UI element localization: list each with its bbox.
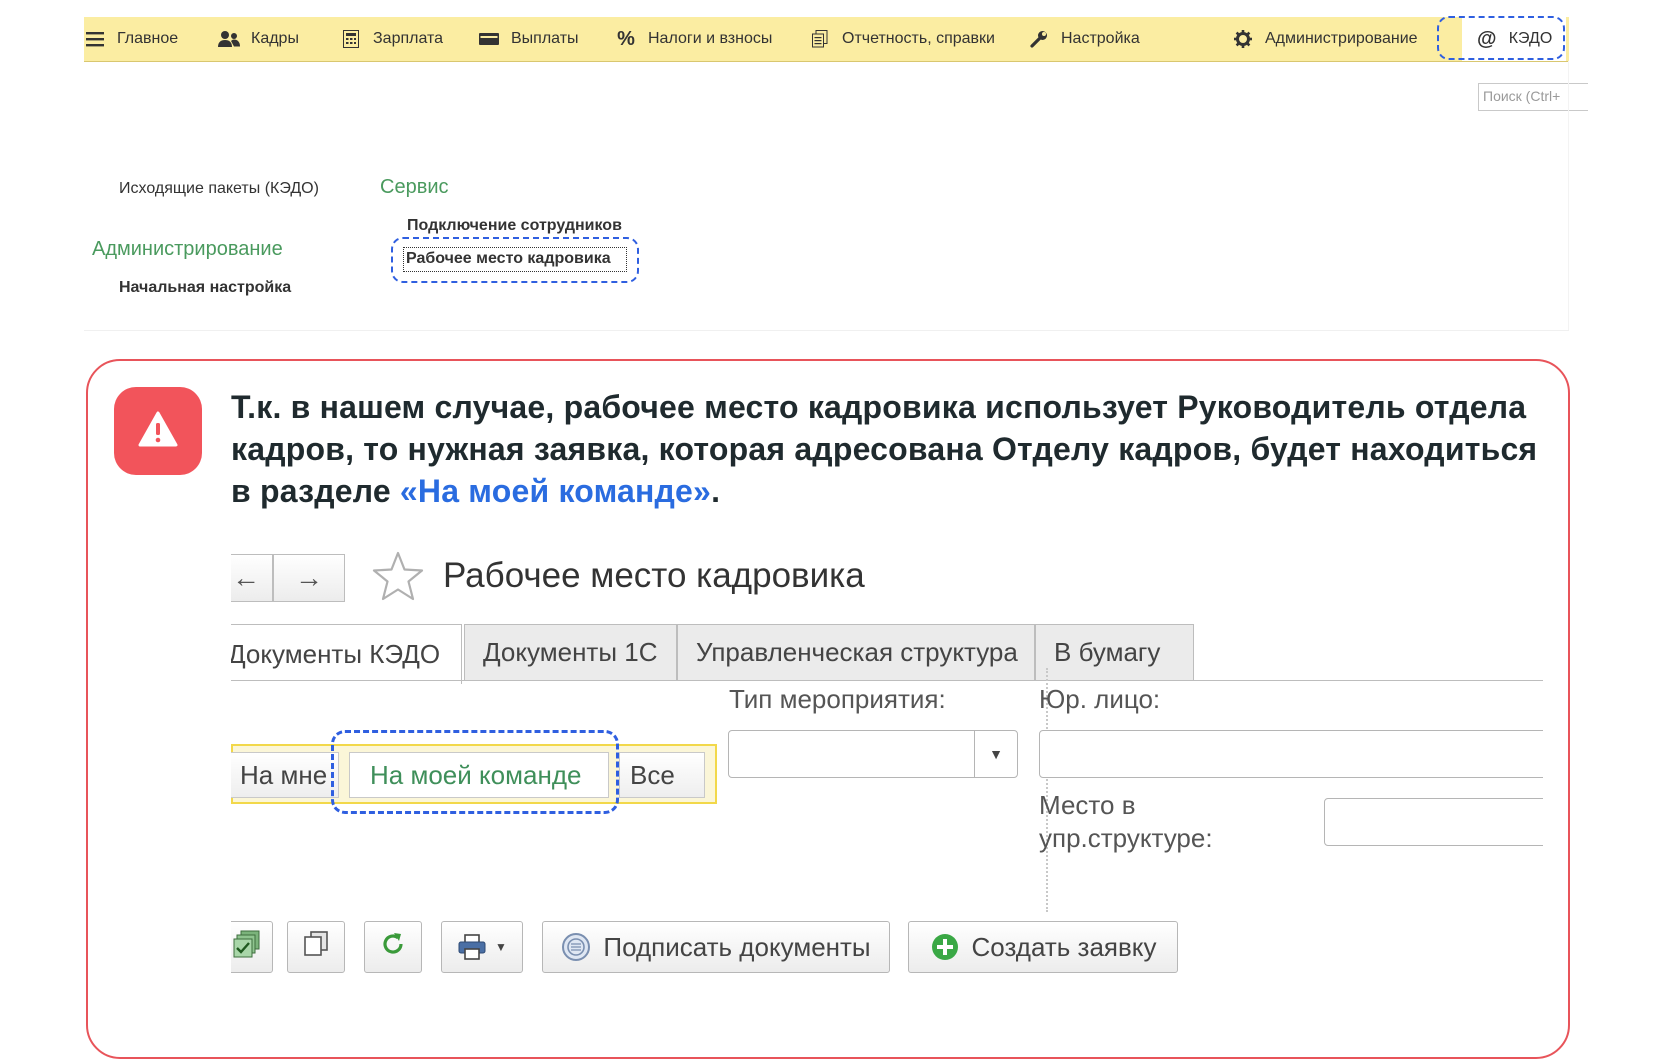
- menu-item-taxes[interactable]: % Налоги и взносы: [615, 17, 772, 61]
- forward-button[interactable]: →: [273, 554, 345, 602]
- menu-item-label: Налоги и взносы: [648, 30, 773, 47]
- arrow-right-icon: →: [295, 562, 323, 593]
- menu-item-personnel[interactable]: Кадры: [218, 17, 299, 61]
- documents-icon: [809, 29, 831, 49]
- menu-item-administration[interactable]: Администрирование: [1232, 17, 1418, 61]
- tab-kedo-documents[interactable]: Документы КЭДО: [231, 624, 462, 684]
- refresh-icon: [380, 931, 406, 964]
- event-type-label: Тип мероприятия:: [729, 684, 946, 714]
- sign-documents-button[interactable]: Подписать документы: [542, 921, 890, 973]
- panel-divider: [84, 330, 1569, 331]
- kedo-highlight-frame: [1437, 16, 1565, 60]
- panel-border: [1568, 61, 1569, 331]
- menu-item-label: Администрирование: [1265, 30, 1418, 47]
- team-filter-highlight-frame: [331, 730, 619, 814]
- menu-icon: [84, 29, 106, 49]
- section-menu-bar: Главное Кадры Зарплата Выплаты % Налоги и…: [84, 17, 1569, 62]
- menu-item-label: Зарплата: [373, 30, 444, 47]
- event-type-select[interactable]: ▼: [728, 730, 1018, 778]
- menu-item-label: Кадры: [251, 30, 299, 47]
- seal-icon: [561, 932, 591, 962]
- gear-icon: [1232, 29, 1254, 49]
- chevron-down-icon[interactable]: ▼: [974, 731, 1017, 777]
- form-screenshot: ← → Рабочее место кадровика Документы КЭ…: [231, 540, 1543, 998]
- refresh-button[interactable]: [364, 921, 422, 973]
- stack-check-icon: [233, 930, 261, 965]
- sign-documents-label: Подписать документы: [603, 931, 871, 962]
- tab-management-structure[interactable]: Управленческая структура: [677, 624, 1035, 680]
- back-button[interactable]: ←: [231, 554, 273, 602]
- menu-item-settings[interactable]: Настройка: [1028, 17, 1140, 61]
- legal-entity-label: Юр. лицо:: [1039, 684, 1161, 714]
- group-title-administration: Администрирование: [92, 238, 283, 260]
- star-icon[interactable]: [371, 550, 425, 607]
- create-request-button[interactable]: Создать заявку: [908, 921, 1178, 973]
- structure-label-line1: Место в: [1039, 790, 1136, 820]
- menu-item-label: Главное: [117, 30, 179, 47]
- hr-workstation-highlight-frame: [391, 237, 639, 283]
- menu-item-reports[interactable]: Отчетность, справки: [809, 17, 995, 61]
- group-title-service: Сервис: [380, 176, 449, 198]
- form-title: Рабочее место кадровика: [443, 556, 865, 595]
- add-circle-icon: [930, 932, 960, 962]
- warning-icon: [138, 411, 178, 452]
- legal-entity-field[interactable]: [1039, 730, 1543, 778]
- link-initial-setup[interactable]: Начальная настройка: [119, 279, 291, 297]
- copy-button[interactable]: [287, 921, 345, 973]
- filter-all[interactable]: Все: [619, 752, 705, 798]
- percent-icon: %: [617, 27, 635, 50]
- note-text-highlight: «На моей команде»: [399, 473, 712, 509]
- menu-item-label: Отчетность, справки: [842, 30, 995, 47]
- structure-field[interactable]: [1324, 798, 1543, 846]
- link-connect-employees[interactable]: Подключение сотрудников: [407, 217, 622, 235]
- copy-icon: [303, 930, 329, 964]
- warning-badge: [114, 387, 202, 475]
- printer-icon: [457, 934, 487, 960]
- note-text: Т.к. в нашем случае, рабочее место кадро…: [231, 386, 1561, 512]
- tab-to-paper[interactable]: В бумагу: [1035, 624, 1194, 680]
- check-documents-button[interactable]: [231, 921, 273, 973]
- arrow-left-icon: ←: [232, 562, 260, 593]
- structure-label-line2: упр.структуре:: [1039, 823, 1213, 853]
- people-icon: [218, 29, 240, 49]
- tabs-divider: [231, 680, 1543, 681]
- filter-on-me[interactable]: На мне: [231, 752, 339, 798]
- print-button[interactable]: ▼: [441, 921, 523, 973]
- chevron-down-icon: ▼: [495, 940, 507, 954]
- menu-item-salary[interactable]: Зарплата: [340, 17, 443, 61]
- create-request-label: Создать заявку: [971, 931, 1157, 962]
- wallet-icon: [478, 29, 500, 49]
- menu-item-main[interactable]: Главное: [84, 17, 178, 61]
- wrench-icon: [1028, 29, 1050, 49]
- menu-item-label: Настройка: [1061, 30, 1140, 47]
- calculator-icon: [340, 29, 362, 49]
- menu-item-label: Выплаты: [511, 30, 579, 47]
- link-outgoing-packages[interactable]: Исходящие пакеты (КЭДО): [119, 180, 319, 198]
- note-text-end: .: [711, 473, 721, 509]
- search-input[interactable]: Поиск (Ctrl+: [1478, 83, 1588, 111]
- menu-item-payments[interactable]: Выплаты: [478, 17, 579, 61]
- tab-1c-documents[interactable]: Документы 1С: [464, 624, 677, 680]
